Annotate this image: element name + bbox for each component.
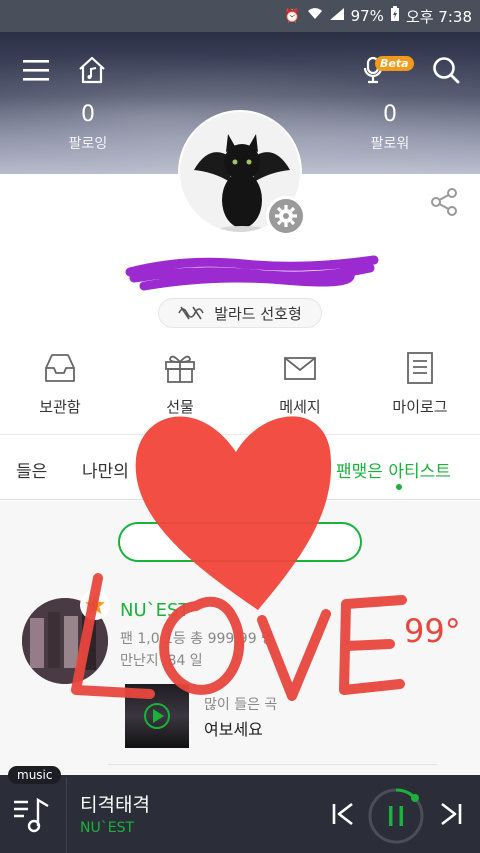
following-count[interactable]: 0 팔로잉 — [48, 102, 128, 153]
share-button[interactable] — [428, 186, 460, 218]
artist-filter-toggle[interactable] — [118, 522, 362, 562]
days-together-line: 만난지 ,84 일 — [120, 653, 203, 669]
search-button[interactable] — [428, 52, 464, 88]
pause-button[interactable] — [367, 787, 425, 845]
affinity-degree: 99° — [404, 612, 461, 650]
card-divider — [108, 764, 438, 765]
followers-number: 0 — [383, 102, 397, 127]
alarm-icon: ⏰ — [284, 8, 301, 24]
pause-icon — [368, 788, 424, 844]
previous-track-button[interactable] — [326, 797, 360, 831]
music-home-icon — [79, 56, 105, 84]
next-icon — [441, 802, 462, 826]
artist-meta: 팬 1,0 1등 총 999,99 명 만난지 ,84 일 — [120, 628, 274, 672]
favorite-badge — [80, 590, 110, 620]
wifi-icon — [307, 7, 323, 25]
quick-menu-message[interactable]: 메세지 — [250, 350, 350, 417]
inbox-icon — [45, 354, 75, 382]
beta-badge: Beta — [375, 56, 414, 71]
menu-button[interactable] — [18, 52, 54, 88]
search-icon — [433, 57, 460, 84]
star-icon — [85, 595, 105, 614]
previous-icon — [332, 802, 353, 826]
battery-charging-icon — [390, 6, 400, 26]
genre-preference-badge[interactable]: 발라드 선호형 — [158, 298, 322, 328]
now-playing-title[interactable]: 티격태격 — [80, 790, 150, 817]
gear-icon — [275, 205, 297, 227]
signal-icon — [329, 7, 345, 25]
battery-percent: 97% — [350, 7, 384, 25]
quick-menu-label: 메세지 — [279, 398, 321, 416]
quick-menu-locker[interactable]: 보관함 — [10, 350, 110, 417]
quick-menu-label: 보관함 — [39, 398, 81, 416]
quick-menu: 보관함 선물 메세지 마이로그 — [0, 350, 480, 420]
followers-label: 팔로워 — [370, 136, 410, 152]
clock-time: 오후 7:38 — [405, 7, 472, 26]
most-played-label: 많이 들은 곡 — [204, 697, 278, 713]
document-icon — [407, 352, 433, 384]
edit-profile-button[interactable] — [266, 196, 306, 236]
gift-icon — [165, 355, 195, 383]
most-played-album-art[interactable] — [125, 684, 189, 748]
artist-card[interactable]: NU`EST 팬 1,0 1등 총 999,99 명 만난지 ,84 일 99°… — [0, 590, 480, 770]
music-home-button[interactable] — [74, 52, 110, 88]
next-track-button[interactable] — [434, 797, 468, 831]
quick-menu-label: 선물 — [166, 398, 194, 416]
tab-listened[interactable]: 들은 — [16, 457, 47, 482]
active-tab-indicator — [396, 484, 402, 490]
play-icon — [144, 703, 170, 729]
wave-icon — [178, 306, 204, 320]
quick-menu-gift[interactable]: 선물 — [130, 350, 230, 417]
tab-fan-artists[interactable]: 팬맺은 아티스트 — [336, 457, 451, 482]
music-tab-label[interactable]: music — [8, 766, 62, 784]
most-played-track[interactable]: 여보세요 — [204, 716, 263, 740]
share-icon — [431, 188, 457, 216]
playlist-icon — [14, 797, 49, 833]
quick-menu-mylog[interactable]: 마이로그 — [370, 350, 470, 417]
genre-label: 발라드 선호형 — [214, 304, 302, 323]
fan-rank-line: 팬 1,0 1등 총 999,99 명 — [120, 631, 274, 647]
hamburger-icon — [23, 60, 49, 81]
status-bar: ⏰ 97% 오후 7:38 — [0, 0, 480, 32]
mail-icon — [284, 357, 316, 380]
following-number: 0 — [81, 102, 95, 127]
now-playing-artist[interactable]: NU`EST — [80, 820, 134, 836]
tab-my-own[interactable]: 나만의 — [82, 457, 129, 482]
followers-count[interactable]: 0 팔로워 — [350, 102, 430, 153]
following-label: 팔로잉 — [68, 136, 108, 152]
artist-name[interactable]: NU`EST — [120, 600, 189, 621]
profile-screen: ⏰ 97% 오후 7:38 Beta 0 팔로잉 0 팔로워 발라드 선호형 보… — [0, 0, 480, 853]
playlist-button[interactable] — [10, 792, 54, 836]
player-separator — [66, 778, 67, 853]
quick-menu-label: 마이로그 — [392, 398, 448, 416]
username-scribble — [125, 255, 379, 291]
content-tabs: 들은 나만의 팬맺은 아티스트 — [0, 434, 480, 500]
